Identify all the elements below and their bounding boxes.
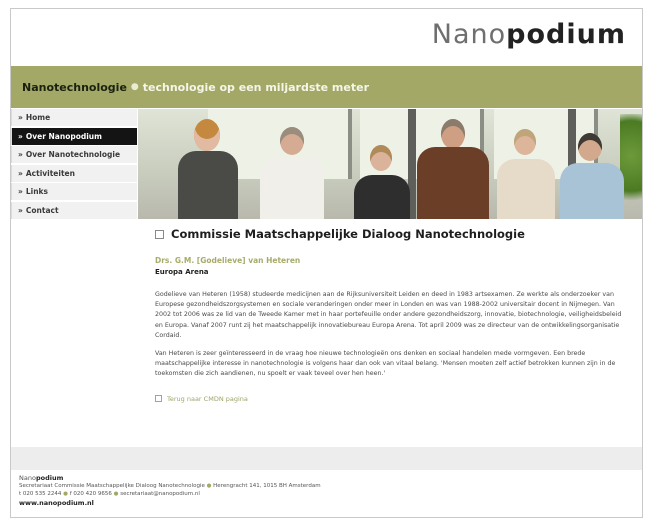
footer-secretariat: Secretariaat Commissie Maatschappelijke … bbox=[19, 483, 205, 490]
person-1 bbox=[176, 109, 240, 219]
person-5 bbox=[494, 109, 556, 219]
person-4 bbox=[413, 109, 491, 219]
nav-item-label: Activiteiten bbox=[25, 168, 75, 178]
nav-bullet-icon: » bbox=[18, 187, 23, 196]
nav-item-over-nanotechnologie[interactable]: » Over Nanotechnologie bbox=[11, 146, 137, 163]
nav-bullet-icon: » bbox=[18, 113, 23, 122]
nav-item-over-nanopodium[interactable]: » Over Nanopodium bbox=[11, 127, 137, 145]
footer: Nanopodium Secretariaat Commissie Maatsc… bbox=[19, 474, 634, 507]
nav-item-label: Home bbox=[25, 113, 51, 122]
back-link-label: Terug naar CMDN pagina bbox=[167, 394, 248, 403]
square-bullet-icon bbox=[155, 395, 162, 403]
nav-bullet-icon: » bbox=[18, 131, 23, 141]
nav-bullet-icon: » bbox=[18, 168, 23, 178]
topic-banner: Nanotechnologie ● technologie op een mil… bbox=[11, 66, 642, 108]
page-title-text: Commissie Maatschappelijke Dialoog Nanot… bbox=[171, 227, 525, 241]
nav-item-home[interactable]: » Home bbox=[11, 109, 137, 126]
author-organization: Europa Arena bbox=[155, 268, 209, 276]
square-bullet-icon bbox=[155, 229, 164, 239]
nav-item-activiteiten[interactable]: » Activiteiten bbox=[11, 164, 137, 182]
footer-email-link[interactable]: secretariaat@nanopodium.nl bbox=[120, 491, 200, 497]
banner-separator: ● bbox=[130, 82, 139, 92]
logo-light-text: Nano bbox=[431, 19, 507, 50]
sidebar-nav: » Home » Over Nanopodium » Over Nanotechnol… bbox=[11, 109, 137, 447]
logo-bold-text: podium bbox=[506, 19, 626, 50]
header: Nanopodium bbox=[11, 9, 642, 66]
page-title: Commissie Maatschappelijke Dialoog Nanot… bbox=[155, 227, 625, 241]
footer-phone: t 020 535 2244 bbox=[19, 491, 62, 498]
nav-item-contact[interactable]: » Contact bbox=[11, 201, 137, 219]
footer-website-link[interactable]: www.nanopodium.nl bbox=[19, 499, 634, 507]
nav-item-label: Over Nanotechnologie bbox=[25, 150, 121, 159]
footer-brand: Nanopodium bbox=[19, 474, 634, 482]
banner-topic: Nanotechnologie bbox=[22, 80, 127, 94]
footer-fax: f 020 420 9656 bbox=[69, 491, 112, 498]
banner-tagline: technologie op een miljardste meter bbox=[142, 80, 370, 94]
footer-dot: ● bbox=[206, 483, 212, 490]
nanopodium-logo[interactable]: Nanopodium bbox=[432, 19, 626, 51]
nav-item-label: Links bbox=[25, 187, 49, 196]
author-name: Drs. G.M. [Godelieve] van Heteren bbox=[155, 256, 301, 265]
footer-brand-bold: podium bbox=[35, 474, 64, 482]
bio-paragraph-1: Godelieve van Heteren (1958) studeerde m… bbox=[155, 291, 622, 339]
footer-divider-strip bbox=[11, 447, 642, 470]
bio-paragraph-2: Van Heteren is zeer geïnteresseerd in de… bbox=[155, 350, 616, 378]
main-content: Commissie Maatschappelijke Dialoog Nanot… bbox=[155, 227, 625, 403]
footer-address: Herengracht 141, 1015 BH Amsterdam bbox=[213, 483, 321, 490]
nav-item-links[interactable]: » Links bbox=[11, 183, 137, 200]
committee-group-photo bbox=[138, 109, 642, 219]
nav-bullet-icon: » bbox=[18, 150, 23, 159]
footer-contact-line: t 020 535 2244 ● f 020 420 9656 ● secret… bbox=[19, 490, 634, 498]
back-link[interactable]: Terug naar CMDN pagina bbox=[155, 395, 625, 403]
footer-brand-light: Nano bbox=[19, 474, 36, 482]
footer-dot: ● bbox=[113, 491, 119, 498]
nav-item-label: Contact bbox=[25, 205, 59, 215]
footer-address-line: Secretariaat Commissie Maatschappelijke … bbox=[19, 482, 634, 490]
person-3 bbox=[350, 109, 412, 219]
footer-dot: ● bbox=[63, 491, 68, 498]
person-2 bbox=[256, 109, 326, 219]
page-container: Nanopodium Nanotechnologie ● technologie… bbox=[10, 8, 643, 518]
person-6 bbox=[556, 109, 626, 219]
nav-bullet-icon: » bbox=[18, 205, 23, 215]
nav-item-label: Over Nanopodium bbox=[25, 131, 102, 141]
